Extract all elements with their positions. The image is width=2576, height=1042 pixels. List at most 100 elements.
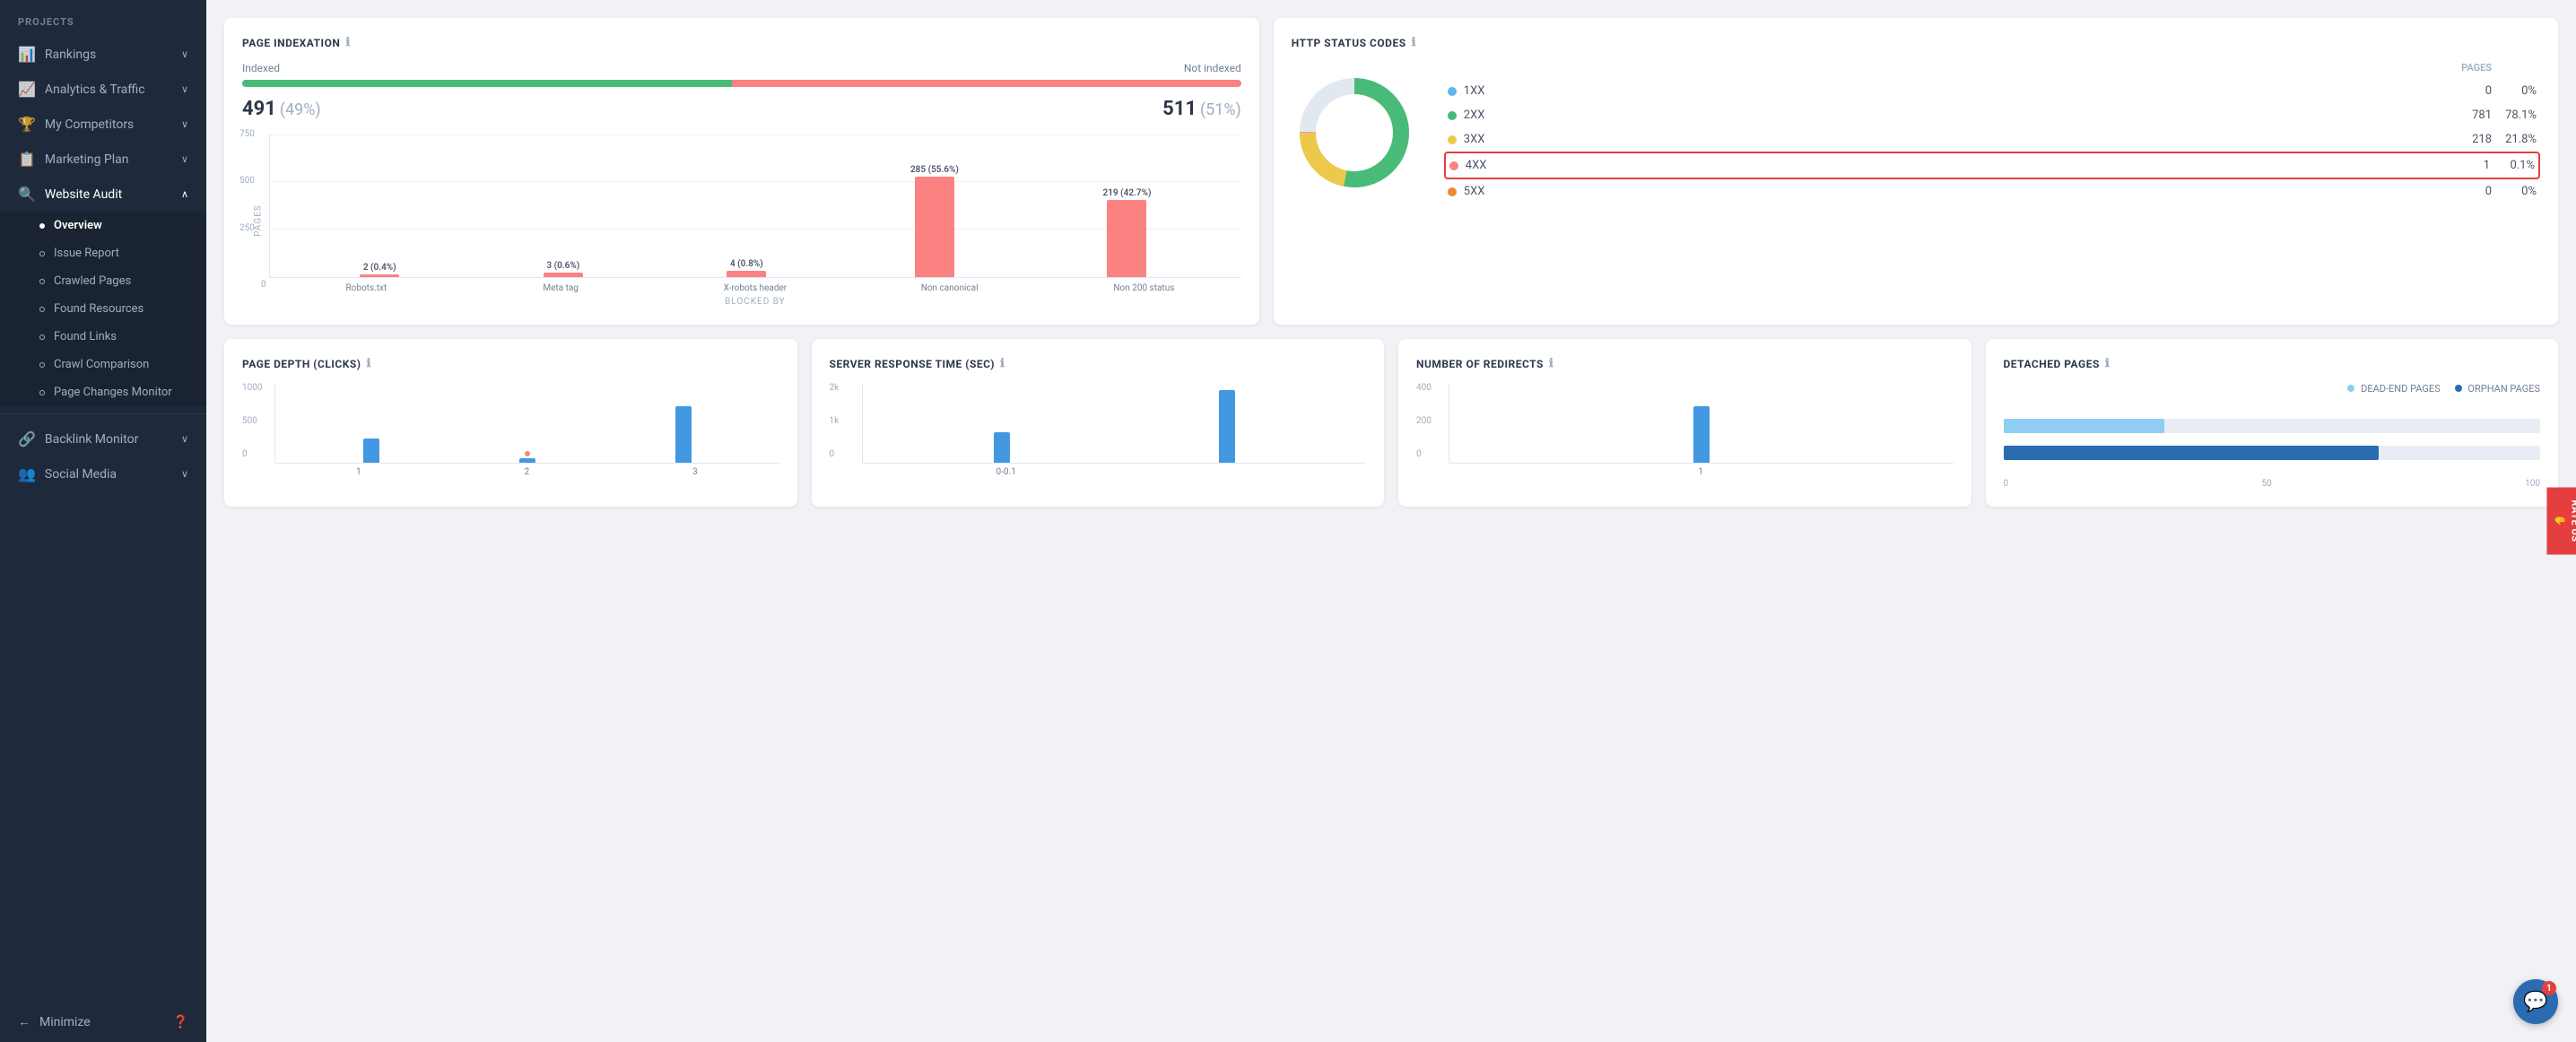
- bar-srv-1: [994, 432, 1010, 463]
- sidebar-subitem-issue-report[interactable]: Issue Report: [0, 239, 206, 267]
- server-response-grid: [862, 383, 1367, 464]
- server-response-info-icon[interactable]: ℹ: [1000, 357, 1005, 370]
- bar-metatag: [544, 273, 583, 277]
- http-row-4xx[interactable]: 4XX 1 0.1%: [1444, 152, 2540, 179]
- main-content: PAGE INDEXATION ℹ Indexed Not indexed 49…: [206, 0, 2576, 1042]
- count-2xx: 781: [2438, 109, 2492, 122]
- bar-col-robots: 2 (0.4%): [360, 263, 399, 277]
- count-3xx: 218: [2438, 133, 2492, 146]
- legend-deadend: DEAD-END PAGES: [2347, 383, 2440, 395]
- marketing-icon: 📋: [18, 151, 36, 168]
- y-label-0: 0: [242, 449, 262, 459]
- pct-1xx: 0%: [2492, 84, 2537, 98]
- bar-label-metatag: 3 (0.6%): [546, 261, 579, 271]
- code-5xx: 5XX: [1464, 185, 2438, 198]
- bar-col-non200: 219 (42.7%): [1103, 188, 1152, 277]
- x-axis-labels: Robots.txt Meta tag X-robots header Non …: [269, 283, 1241, 293]
- legend-deadend-label: DEAD-END PAGES: [2361, 383, 2441, 395]
- detached-bar-row-deadend: [2004, 419, 2541, 433]
- sidebar-item-analytics[interactable]: 📈 Analytics & Traffic ∨: [0, 72, 206, 107]
- detached-bar-row-orphan: [2004, 446, 2541, 460]
- page-depth-y-labels: 1000 500 0: [242, 383, 262, 459]
- sidebar-subitem-found-resources[interactable]: Found Resources: [0, 295, 206, 323]
- code-4xx: 4XX: [1466, 159, 2436, 172]
- sidebar-item-marketing[interactable]: 📋 Marketing Plan ∨: [0, 142, 206, 177]
- server-response-card: SERVER RESPONSE TIME (SEC) ℹ 2k 1k 0: [812, 339, 1385, 507]
- y-label-0-srv: 0: [830, 449, 840, 459]
- detached-pages-title: DETACHED PAGES ℹ: [2004, 357, 2541, 370]
- help-icon: ❓: [173, 1015, 188, 1029]
- y-label-2k: 2k: [830, 383, 840, 393]
- http-row-3xx: 3XX 218 21.8%: [1444, 127, 2540, 152]
- minimize-label: Minimize: [39, 1015, 91, 1029]
- x-label-robots: Robots.txt: [330, 283, 402, 293]
- bar-col-depth-3: [675, 406, 692, 463]
- sidebar-item-label-rankings: Rankings: [45, 48, 96, 62]
- server-response-chart-container: 2k 1k 0 0-0.1: [830, 383, 1367, 477]
- dot-3xx: [1448, 135, 1457, 144]
- projects-label: PROJECTS: [0, 0, 206, 37]
- bar-red-1: [1693, 406, 1710, 463]
- sidebar-item-label-backlink: Backlink Monitor: [45, 432, 138, 447]
- code-2xx: 2XX: [1464, 109, 2438, 122]
- detached-pages-info-icon[interactable]: ℹ: [2105, 357, 2110, 370]
- x-label-xrobots: X-robots header: [719, 283, 791, 293]
- sidebar-item-rankings[interactable]: 📊 Rankings ∨: [0, 37, 206, 72]
- rate-us-button[interactable]: RATE US ✋: [2546, 487, 2576, 554]
- code-1xx: 1XX: [1464, 84, 2438, 98]
- chevron-backlink: ∨: [181, 433, 188, 445]
- bar-col-metatag: 3 (0.6%): [544, 261, 583, 277]
- not-indexed-bar: [732, 80, 1241, 87]
- dot-5xx: [1448, 187, 1457, 196]
- sidebar-subitem-page-changes[interactable]: Page Changes Monitor: [0, 378, 206, 406]
- page-indexation-info-icon[interactable]: ℹ: [345, 36, 350, 49]
- bar-label-xrobots: 4 (0.8%): [730, 259, 763, 269]
- redirects-info-icon[interactable]: ℹ: [1549, 357, 1553, 370]
- subitem-label-found-resources: Found Resources: [54, 302, 144, 316]
- social-icon: 👥: [18, 465, 36, 482]
- chat-button[interactable]: 💬 1: [2513, 979, 2558, 1024]
- detached-pages-card: DETACHED PAGES ℹ DEAD-END PAGES ORPHAN P…: [1986, 339, 2559, 507]
- sidebar-subitem-crawled-pages[interactable]: Crawled Pages: [0, 267, 206, 295]
- page-depth-info-icon[interactable]: ℹ: [366, 357, 370, 370]
- sidebar-subitem-found-links[interactable]: Found Links: [0, 323, 206, 351]
- bar-col-srv-2: [1219, 390, 1235, 463]
- detached-bar-bg-orphan: [2004, 446, 2541, 460]
- bar-non200: [1107, 200, 1146, 277]
- redirects-y-labels: 400 200 0: [1416, 383, 1432, 459]
- http-status-info-icon[interactable]: ℹ: [1412, 36, 1416, 49]
- bar-robots: [360, 274, 399, 277]
- redirects-title: NUMBER OF REDIRECTS ℹ: [1416, 357, 1954, 370]
- dot-1xx: [1448, 87, 1457, 96]
- page-depth-title: PAGE DEPTH (CLICKS) ℹ: [242, 357, 779, 370]
- top-row: PAGE INDEXATION ℹ Indexed Not indexed 49…: [224, 18, 2558, 325]
- y-label-1000: 1000: [242, 383, 262, 393]
- bar-col-xrobots: 4 (0.8%): [727, 259, 766, 277]
- redirects-x-labels: 1: [1449, 467, 1954, 477]
- legend-orphan-label: ORPHAN PAGES: [2467, 383, 2540, 395]
- detached-bar-fill-deadend: [2004, 419, 2165, 433]
- sidebar-item-website-audit[interactable]: 🔍 Website Audit ∧: [0, 177, 206, 212]
- count-4xx: 1: [2436, 159, 2490, 172]
- sidebar-subitem-crawl-comparison[interactable]: Crawl Comparison: [0, 351, 206, 378]
- sidebar-minimize[interactable]: ← Minimize ❓: [0, 1002, 206, 1042]
- sidebar-subitem-overview[interactable]: Overview: [0, 212, 206, 239]
- chevron-marketing: ∨: [181, 153, 188, 165]
- sidebar-item-backlink[interactable]: 🔗 Backlink Monitor ∨: [0, 421, 206, 456]
- detached-bar-bg-deadend: [2004, 419, 2541, 433]
- subitem-label-page-changes: Page Changes Monitor: [54, 386, 172, 399]
- bar-srv-2: [1219, 390, 1235, 463]
- y-label-0: 0: [261, 280, 266, 290]
- page-depth-chart-container: 1000 500 0: [242, 383, 779, 477]
- y-label-400: 400: [1416, 383, 1432, 393]
- sidebar-item-social[interactable]: 👥 Social Media ∨: [0, 456, 206, 491]
- x-label-3: 3: [692, 467, 698, 477]
- bar-label-noncanonical: 285 (55.6%): [910, 165, 959, 175]
- chevron-website-audit: ∧: [181, 188, 188, 200]
- competitors-icon: 🏆: [18, 116, 36, 133]
- http-row-1xx: 1XX 0 0%: [1444, 79, 2540, 103]
- website-audit-subitems: Overview Issue Report Crawled Pages Foun…: [0, 212, 206, 406]
- chat-badge: 1: [2542, 981, 2556, 995]
- sidebar-item-competitors[interactable]: 🏆 My Competitors ∨: [0, 107, 206, 142]
- http-status-title: HTTP STATUS CODES ℹ: [1292, 36, 2540, 49]
